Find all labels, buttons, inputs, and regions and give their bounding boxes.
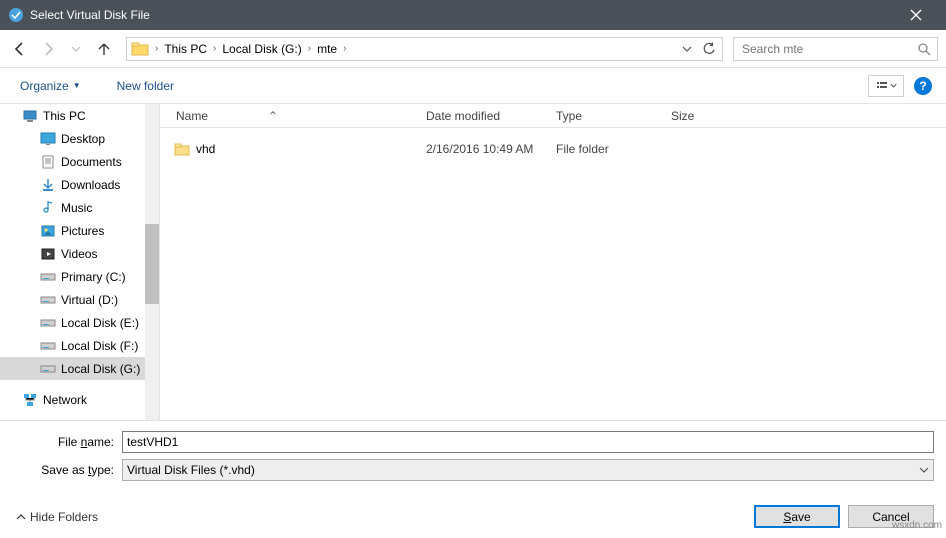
filename-panel: File name: Save as type: Virtual Disk Fi…	[0, 420, 946, 481]
main-content: This PC Desktop Documents Downloads Musi…	[0, 104, 946, 420]
chevron-right-icon[interactable]: ›	[339, 43, 350, 54]
tree-drive-d[interactable]: Virtual (D:)	[0, 288, 159, 311]
drive-icon	[40, 269, 56, 285]
column-headers[interactable]: Name ⌃ Date modified Type Size	[160, 104, 946, 128]
desktop-icon	[40, 131, 56, 147]
tree-label: Primary (C:)	[61, 270, 126, 284]
file-name: vhd	[196, 142, 215, 156]
chevron-down-icon	[919, 465, 929, 475]
filename-label: File name:	[12, 435, 122, 449]
watermark: wsxdn.com	[892, 520, 942, 531]
downloads-icon	[40, 177, 56, 193]
file-type: File folder	[550, 142, 665, 156]
column-date[interactable]: Date modified	[420, 109, 550, 123]
help-button[interactable]: ?	[914, 77, 932, 95]
tree-network[interactable]: Network	[0, 388, 159, 411]
search-input[interactable]	[740, 41, 917, 57]
hide-folders-button[interactable]: Hide Folders	[16, 510, 98, 524]
new-folder-label: New folder	[117, 79, 174, 93]
breadcrumb-this-pc[interactable]: This PC	[162, 42, 209, 56]
hide-folders-label: Hide Folders	[30, 510, 98, 524]
column-name[interactable]: Name	[176, 109, 208, 123]
new-folder-button[interactable]: New folder	[111, 75, 180, 97]
drive-icon	[40, 338, 56, 354]
tree-label: This PC	[43, 109, 86, 123]
network-icon	[22, 392, 38, 408]
savetype-label: Save as type:	[12, 463, 122, 477]
chevron-up-icon	[16, 512, 26, 522]
pc-icon	[22, 108, 38, 124]
search-icon	[917, 42, 931, 56]
address-bar[interactable]: › This PC › Local Disk (G:) › mte ›	[126, 37, 723, 61]
up-button[interactable]	[92, 37, 116, 61]
tree-label: Documents	[61, 155, 122, 169]
app-icon	[8, 7, 24, 23]
tree-label: Local Disk (F:)	[61, 339, 138, 353]
organize-label: Organize	[20, 79, 69, 93]
tree-drive-c[interactable]: Primary (C:)	[0, 265, 159, 288]
title-bar: Select Virtual Disk File	[0, 0, 946, 30]
savetype-value: Virtual Disk Files (*.vhd)	[127, 463, 255, 477]
breadcrumb-drive[interactable]: Local Disk (G:)	[220, 42, 303, 56]
file-date: 2/16/2016 10:49 AM	[420, 142, 550, 156]
chevron-right-icon[interactable]: ›	[209, 43, 220, 54]
tree-label: Videos	[61, 247, 97, 261]
tree-label: Downloads	[61, 178, 120, 192]
breadcrumb-folder[interactable]: mte	[315, 42, 339, 56]
save-button[interactable]: Save	[754, 505, 840, 528]
music-icon	[40, 200, 56, 216]
tree-label: Desktop	[61, 132, 105, 146]
sort-indicator-icon: ⌃	[268, 109, 278, 123]
tree-pictures[interactable]: Pictures	[0, 219, 159, 242]
window-title: Select Virtual Disk File	[30, 8, 893, 22]
drive-icon	[40, 315, 56, 331]
tree-drive-f[interactable]: Local Disk (F:)	[0, 334, 159, 357]
toolbar: Organize ▼ New folder ?	[0, 68, 946, 104]
sidebar-scroll-thumb[interactable]	[145, 224, 159, 304]
chevron-right-icon[interactable]: ›	[151, 43, 162, 54]
tree-desktop[interactable]: Desktop	[0, 127, 159, 150]
folder-icon	[174, 141, 190, 157]
tree-label: Network	[43, 393, 87, 407]
tree-drive-e[interactable]: Local Disk (E:)	[0, 311, 159, 334]
action-bar: Hide Folders Save Cancel	[0, 487, 946, 538]
column-size[interactable]: Size	[665, 109, 745, 123]
column-type[interactable]: Type	[550, 109, 665, 123]
recent-dropdown[interactable]	[64, 37, 88, 61]
tree-label: Local Disk (G:)	[61, 362, 140, 376]
tree-label: Pictures	[61, 224, 104, 238]
tree-this-pc[interactable]: This PC	[0, 104, 159, 127]
tree-music[interactable]: Music	[0, 196, 159, 219]
folder-icon	[131, 40, 149, 58]
tree-label: Virtual (D:)	[61, 293, 118, 307]
savetype-select[interactable]: Virtual Disk Files (*.vhd)	[122, 459, 934, 481]
documents-icon	[40, 154, 56, 170]
tree-documents[interactable]: Documents	[0, 150, 159, 173]
videos-icon	[40, 246, 56, 262]
chevron-down-icon: ▼	[73, 81, 81, 90]
chevron-right-icon[interactable]: ›	[304, 43, 315, 54]
sidebar: This PC Desktop Documents Downloads Musi…	[0, 104, 160, 420]
pictures-icon	[40, 223, 56, 239]
back-button[interactable]	[8, 37, 32, 61]
tree-label: Local Disk (E:)	[61, 316, 139, 330]
filename-input[interactable]	[122, 431, 934, 453]
forward-button[interactable]	[36, 37, 60, 61]
tree-label: Music	[61, 201, 92, 215]
drive-icon	[40, 292, 56, 308]
file-list[interactable]: vhd 2/16/2016 10:49 AM File folder	[160, 128, 946, 420]
tree-videos[interactable]: Videos	[0, 242, 159, 265]
view-options-button[interactable]	[868, 75, 904, 97]
address-dropdown[interactable]	[676, 38, 698, 60]
navigation-bar: › This PC › Local Disk (G:) › mte ›	[0, 30, 946, 68]
tree-drive-g[interactable]: Local Disk (G:)	[0, 357, 159, 380]
search-box[interactable]	[733, 37, 938, 61]
organize-menu[interactable]: Organize ▼	[14, 75, 87, 97]
drive-icon	[40, 361, 56, 377]
close-button[interactable]	[893, 0, 938, 30]
refresh-button[interactable]	[698, 38, 720, 60]
tree-downloads[interactable]: Downloads	[0, 173, 159, 196]
file-row[interactable]: vhd 2/16/2016 10:49 AM File folder	[170, 138, 946, 160]
file-list-panel: Name ⌃ Date modified Type Size vhd 2/16/…	[160, 104, 946, 420]
